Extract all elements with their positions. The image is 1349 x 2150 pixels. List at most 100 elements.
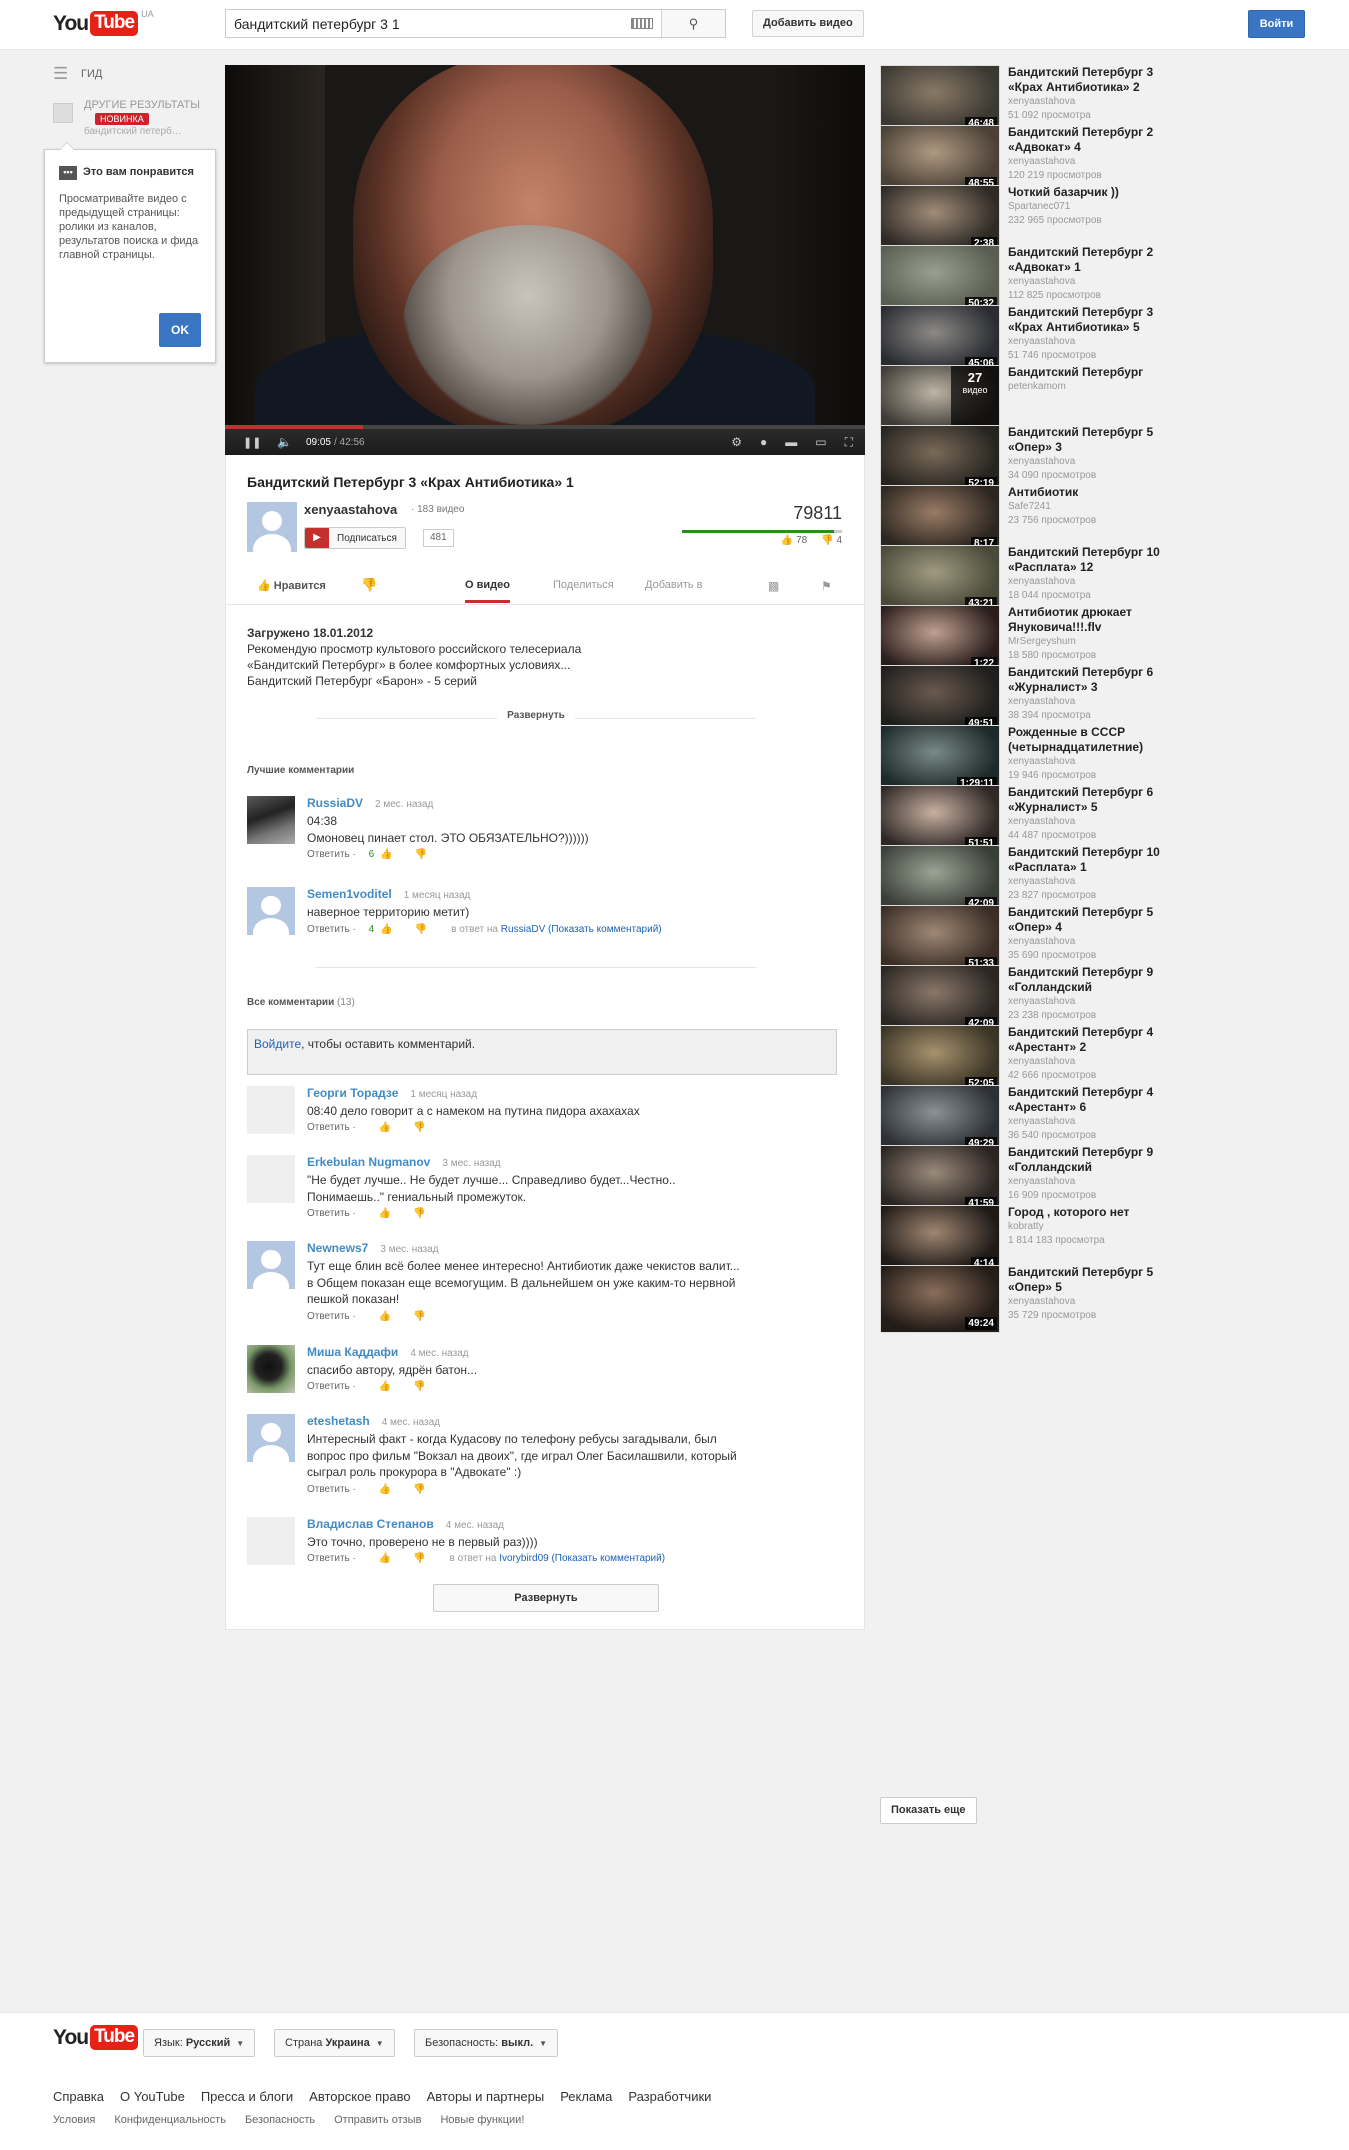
- related-thumbnail[interactable]: 41:59: [880, 1145, 1000, 1213]
- more-comments-button[interactable]: Развернуть: [433, 1584, 659, 1612]
- guide-other-results[interactable]: ДРУГИЕ РЕЗУЛЬТАТЫ НОВИНКА бандитский пет…: [53, 99, 213, 143]
- related-thumbnail[interactable]: 42:09: [880, 845, 1000, 913]
- footer-link[interactable]: Отправить отзыв: [334, 2114, 421, 2126]
- footer-link[interactable]: Пресса и блоги: [201, 2089, 293, 2104]
- reply-link[interactable]: Ответить: [307, 1122, 350, 1133]
- tab-share[interactable]: Поделиться: [553, 579, 614, 591]
- reply-link[interactable]: Ответить: [307, 1208, 350, 1219]
- avatar[interactable]: [247, 887, 295, 935]
- fullscreen-icon[interactable]: ⛶: [845, 435, 853, 450]
- avatar[interactable]: [247, 1241, 295, 1289]
- reply-link[interactable]: Ответить: [307, 849, 350, 860]
- large-player-icon[interactable]: ▭: [815, 435, 826, 450]
- reply-link[interactable]: Ответить: [307, 924, 350, 935]
- video-player[interactable]: ❚❚ 🔈 09:05 / 42:56 ⚙ ● ▬ ▭ ⛶: [225, 65, 865, 455]
- comment-author[interactable]: eteshetash: [307, 1414, 370, 1428]
- related-title[interactable]: Бандитский Петербург 9 «Голландский: [1008, 965, 1180, 995]
- related-title[interactable]: Город , которого нет: [1008, 1205, 1180, 1220]
- comment-author[interactable]: Erkebulan Nugmanov: [307, 1155, 430, 1169]
- footer-link[interactable]: Справка: [53, 2089, 104, 2104]
- related-video-item[interactable]: 49:24 Бандитский Петербург 5 «Опер» 5 xeny…: [880, 1265, 1180, 1337]
- related-thumbnail[interactable]: 8:17: [880, 485, 1000, 553]
- signin-button[interactable]: Войти: [1248, 10, 1305, 38]
- related-title[interactable]: Бандитский Петербург 2 «Адвокат» 4: [1008, 125, 1180, 155]
- related-title[interactable]: Бандитский Петербург 5 «Опер» 3: [1008, 425, 1180, 455]
- comment-author[interactable]: Георги Торадзе: [307, 1086, 398, 1100]
- show-comment-link[interactable]: (Показать комментарий): [551, 1553, 665, 1564]
- avatar[interactable]: [247, 1345, 295, 1393]
- safety-select[interactable]: Безопасность: выкл. ▼: [414, 2029, 559, 2057]
- video-frame[interactable]: [225, 65, 865, 425]
- keyboard-icon[interactable]: [631, 18, 653, 29]
- thumbs-up-icon[interactable]: 👍: [379, 1208, 391, 1219]
- footer-logo[interactable]: You Tube: [53, 2025, 139, 2050]
- subscribe-button[interactable]: ▶ Подписаться: [304, 527, 406, 549]
- channel-avatar[interactable]: [247, 502, 297, 552]
- comment-author[interactable]: Миша Каддафи: [307, 1345, 398, 1359]
- avatar[interactable]: [247, 1086, 295, 1134]
- footer-link[interactable]: Конфиденциальность: [114, 2114, 226, 2126]
- related-thumbnail[interactable]: 49:29: [880, 1085, 1000, 1153]
- related-thumbnail[interactable]: 50:32: [880, 245, 1000, 313]
- footer-link[interactable]: О YouTube: [120, 2089, 185, 2104]
- related-title[interactable]: Бандитский Петербург 3 «Крах Антибиотика…: [1008, 305, 1180, 335]
- stats-icon[interactable]: ▩: [768, 579, 779, 593]
- related-thumbnail[interactable]: 46:48: [880, 65, 1000, 133]
- thumbs-up-icon[interactable]: 👍: [379, 1381, 391, 1392]
- thumbs-down-icon[interactable]: 👎: [413, 1208, 425, 1219]
- reply-link[interactable]: Ответить: [307, 1553, 350, 1564]
- thumbs-up-icon[interactable]: 👍: [379, 1311, 391, 1322]
- show-comment-link[interactable]: (Показать комментарий): [548, 924, 662, 935]
- upload-button[interactable]: Добавить видео: [752, 10, 864, 37]
- related-thumbnail[interactable]: 1:22: [880, 605, 1000, 673]
- comment-author[interactable]: Владислав Степанов: [307, 1517, 434, 1531]
- footer-link[interactable]: Условия: [53, 2114, 95, 2126]
- channel-video-count[interactable]: · 183 видео: [411, 504, 464, 515]
- footer-link[interactable]: Реклама: [560, 2089, 612, 2104]
- related-title[interactable]: Бандитский Петербург 10 «Расплата» 12: [1008, 545, 1180, 575]
- language-select[interactable]: Язык: Русский ▼: [143, 2029, 256, 2057]
- thumbs-down-icon[interactable]: 👎: [413, 1484, 425, 1495]
- related-title[interactable]: Бандитский Петербург 10 «Расплата» 1: [1008, 845, 1180, 875]
- footer-link[interactable]: Авторское право: [309, 2089, 410, 2104]
- comment-author[interactable]: Semen1voditel: [307, 887, 392, 901]
- thumbs-down-icon[interactable]: 👎: [413, 1311, 425, 1322]
- footer-link[interactable]: Авторы и партнеры: [427, 2089, 545, 2104]
- thumbs-up-icon[interactable]: 👍: [379, 1484, 391, 1495]
- related-title[interactable]: Бандитский Петербург 4 «Арестант» 6: [1008, 1085, 1180, 1115]
- related-thumbnail[interactable]: 4:14: [880, 1205, 1000, 1273]
- related-title[interactable]: Рожденные в СССР (четырнадцатилетние): [1008, 725, 1180, 755]
- thumbs-down-icon[interactable]: 👎: [413, 1122, 425, 1133]
- thumbs-down-icon[interactable]: 👎: [415, 924, 427, 935]
- channel-name[interactable]: xenyaastahova: [304, 502, 397, 517]
- related-title[interactable]: Бандитский Петербург 5 «Опер» 4: [1008, 905, 1180, 935]
- related-title[interactable]: Бандитский Петербург 9 «Голландский: [1008, 1145, 1180, 1175]
- related-thumbnail[interactable]: 42:09: [880, 965, 1000, 1033]
- avatar[interactable]: [247, 796, 295, 844]
- thumbs-down-icon[interactable]: 👎: [413, 1553, 425, 1564]
- related-thumbnail[interactable]: 2:38: [880, 185, 1000, 253]
- related-title[interactable]: Антибиотик: [1008, 485, 1180, 500]
- tooltip-ok-button[interactable]: OK: [159, 313, 201, 347]
- related-title[interactable]: Бандитский Петербург 4 «Арестант» 2: [1008, 1025, 1180, 1055]
- related-thumbnail[interactable]: 27 видео: [880, 365, 1000, 433]
- country-select[interactable]: Страна Украина ▼: [274, 2029, 395, 2057]
- tab-add-to[interactable]: Добавить в: [645, 579, 703, 591]
- avatar[interactable]: [247, 1517, 295, 1565]
- flag-icon[interactable]: ⚑: [821, 579, 832, 593]
- related-thumbnail[interactable]: 49:51: [880, 665, 1000, 733]
- thumbs-up-icon[interactable]: 👍: [379, 1122, 391, 1133]
- footer-link[interactable]: Разработчики: [628, 2089, 711, 2104]
- related-title[interactable]: Антибиотик дрюкает Януковича!!!.flv: [1008, 605, 1180, 635]
- related-title[interactable]: Бандитский Петербург 2 «Адвокат» 1: [1008, 245, 1180, 275]
- search-button[interactable]: ⚲: [661, 10, 725, 37]
- related-title[interactable]: Чоткий базарчик )): [1008, 185, 1180, 200]
- related-thumbnail[interactable]: 52:05: [880, 1025, 1000, 1093]
- related-thumbnail[interactable]: 51:33: [880, 905, 1000, 973]
- comment-author[interactable]: RussiaDV: [307, 796, 363, 810]
- volume-icon[interactable]: 🔈: [277, 435, 292, 449]
- related-title[interactable]: Бандитский Петербург 3 «Крах Антибиотика…: [1008, 65, 1180, 95]
- related-thumbnail[interactable]: 48:55: [880, 125, 1000, 193]
- thumbs-down-icon[interactable]: 👎: [413, 1381, 425, 1392]
- expand-description-button[interactable]: Развернуть: [316, 710, 756, 726]
